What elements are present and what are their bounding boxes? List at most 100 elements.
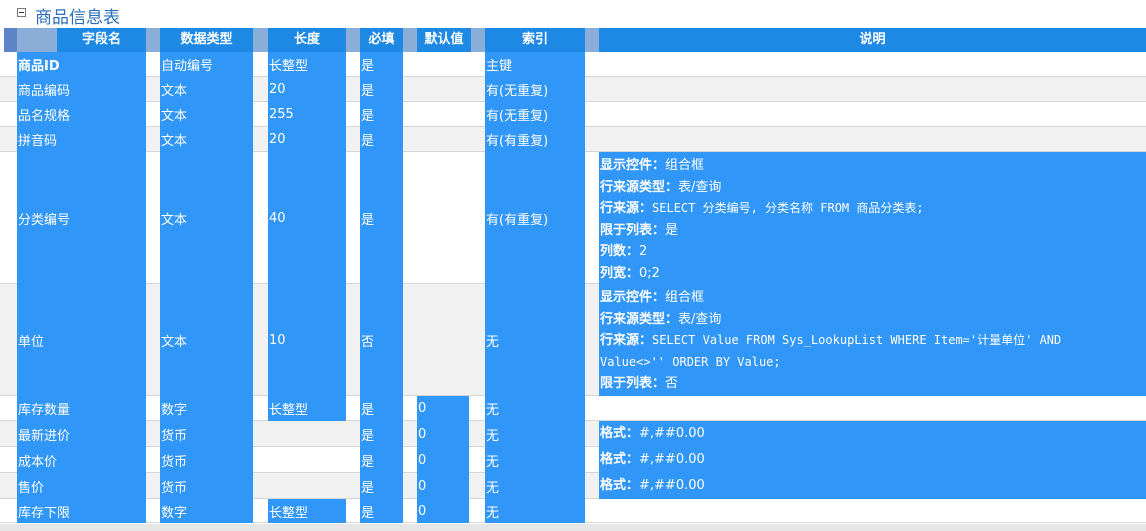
description-key: 限于列表： — [600, 376, 666, 391]
cell-default[interactable]: 0 — [417, 396, 469, 421]
cell-required[interactable]: 是 — [360, 499, 403, 523]
cell-data-type[interactable]: 文本 — [160, 152, 253, 284]
table-row[interactable]: 库存下限 数字 长整型是 0 无 — [0, 499, 1146, 523]
cell-index[interactable]: 无 — [485, 473, 585, 499]
header-spacer — [17, 28, 57, 52]
cell-required[interactable]: 否 — [360, 284, 403, 396]
header-index[interactable]: 索引 — [485, 28, 585, 52]
table-row[interactable]: 分类编号 文本 40 是有(有重复) 显示控件：组合框 行来源类型：表/查询 行来源：SEL… — [0, 152, 1146, 284]
description-key: 行来源： — [600, 201, 653, 216]
collapse-toggle-icon[interactable] — [17, 8, 26, 17]
cell-data-type[interactable]: 数字 — [160, 396, 253, 421]
table-row[interactable]: 售价 货币 是 0 无格式：#,##0.00 — [0, 473, 1146, 499]
cell-field-name[interactable]: 库存数量 — [17, 396, 146, 421]
description-value: 表/查询 — [678, 311, 722, 327]
cell-description[interactable]: 格式：#,##0.00 — [599, 421, 1146, 447]
description-key: 列数： — [600, 244, 640, 259]
cell-index[interactable]: 有(有重复) — [485, 152, 585, 284]
table-row[interactable]: 单位 文本 10 否无显示控件：组合框 行来源类型：表/查询 行来源：SELECT Val… — [0, 284, 1146, 396]
cell-data-type[interactable]: 数字 — [160, 499, 253, 523]
header-description[interactable]: 说明 — [599, 28, 1146, 52]
cell-length[interactable]: 长整型 — [268, 52, 346, 77]
cell-default[interactable]: 0 — [417, 421, 469, 447]
page-title: 商品信息表 — [35, 8, 120, 28]
description-value: #,##0.00 — [639, 452, 705, 467]
cell-index[interactable]: 无 — [485, 447, 585, 473]
description-line: 行来源：SELECT Value FROM Sys_LookupList WHE… — [600, 330, 1146, 352]
table-row[interactable]: 成本价 货币 是 0 无格式：#,##0.00 — [0, 447, 1146, 473]
table-row[interactable]: 商品ID 自动编号 长整型是 主键 — [0, 52, 1146, 77]
cell-required[interactable]: 是 — [360, 152, 403, 284]
bottom-scroll-strip — [0, 524, 1146, 531]
cell-required[interactable]: 是 — [360, 421, 403, 447]
description-key: 格式： — [600, 452, 640, 467]
header-data-type[interactable]: 数据类型 — [160, 28, 253, 52]
cell-length[interactable]: 255 — [268, 102, 346, 127]
cell-required[interactable]: 是 — [360, 396, 403, 421]
description-line: 显示控件：组合框 — [600, 287, 1146, 309]
cell-data-type[interactable]: 文本 — [160, 77, 253, 102]
table-row[interactable]: 最新进价 货币 是 0 无格式：#,##0.00 — [0, 421, 1146, 447]
cell-field-name[interactable]: 拼音码 — [17, 127, 146, 152]
description-key: 列宽： — [600, 265, 640, 281]
cell-data-type[interactable]: 货币 — [160, 473, 253, 499]
cell-field-name[interactable]: 库存下限 — [17, 499, 146, 523]
header-length[interactable]: 长度 — [268, 28, 346, 52]
cell-required[interactable]: 是 — [360, 102, 403, 127]
cell-default[interactable]: 0 — [417, 447, 469, 473]
cell-data-type[interactable]: 文本 — [160, 127, 253, 152]
cell-description[interactable]: 显示控件：组合框行来源类型：表/查询行来源：SELECT Value FROM … — [599, 284, 1146, 396]
cell-description[interactable]: 格式：#,##0.00 — [599, 447, 1146, 473]
cell-index[interactable]: 无 — [485, 396, 585, 421]
cell-data-type[interactable]: 文本 — [160, 102, 253, 127]
cell-data-type[interactable]: 文本 — [160, 284, 253, 396]
cell-field-name[interactable]: 商品ID — [17, 52, 146, 77]
cell-required[interactable]: 是 — [360, 52, 403, 77]
cell-default[interactable]: 0 — [417, 473, 469, 499]
table-row[interactable]: 品名规格 文本 255 是 有(无重复) — [0, 102, 1146, 127]
cell-length[interactable]: 长整型 — [268, 499, 346, 523]
description-line: 行来源：SELECT 分类编号, 分类名称 FROM 商品分类表; — [600, 198, 1146, 220]
cell-required[interactable]: 是 — [360, 473, 403, 499]
cell-description[interactable]: 显示控件：组合框 行来源类型：表/查询 行来源：SELECT 分类编号, 分类名称 … — [599, 152, 1146, 284]
cell-data-type[interactable]: 自动编号 — [160, 52, 253, 77]
cell-index[interactable]: 有(有重复) — [485, 127, 585, 152]
cell-field-name[interactable]: 单位 — [17, 284, 146, 396]
cell-required[interactable]: 是 — [360, 127, 403, 152]
cell-data-type[interactable]: 货币 — [160, 421, 253, 447]
description-line: 格式：#,##0.00 — [600, 447, 1146, 473]
header-default[interactable]: 默认值 — [417, 28, 471, 52]
cell-length[interactable]: 20 — [268, 127, 346, 152]
header-field-name[interactable]: 字段名 — [57, 28, 146, 52]
description-line: 限于列表：是 — [600, 220, 1146, 242]
cell-index[interactable]: 主键 — [485, 52, 585, 77]
cell-length[interactable]: 20 — [268, 77, 346, 102]
description-value: #,##0.00 — [639, 426, 705, 441]
header-required[interactable]: 必填 — [360, 28, 403, 52]
cell-length[interactable]: 40 — [268, 152, 346, 284]
table-row[interactable]: 库存数量 数字 长整型是 0 无 — [0, 396, 1146, 421]
cell-length[interactable]: 长整型 — [268, 396, 346, 421]
cell-length[interactable]: 10 — [268, 284, 346, 396]
cell-index[interactable]: 有(无重复) — [485, 102, 585, 127]
cell-index[interactable]: 无 — [485, 421, 585, 447]
cell-description[interactable]: 格式：#,##0.00 — [599, 473, 1146, 499]
cell-data-type[interactable]: 货币 — [160, 447, 253, 473]
cell-index[interactable]: 无 — [485, 284, 585, 396]
cell-index[interactable]: 无 — [485, 499, 585, 523]
table-row[interactable]: 商品编码 文本 20 是 有(无重复) — [0, 77, 1146, 102]
cell-field-name[interactable]: 成本价 — [17, 447, 146, 473]
cell-required[interactable]: 是 — [360, 447, 403, 473]
table-row[interactable]: 拼音码 文本 20 是 有(有重复) — [0, 127, 1146, 152]
description-line: 限于列表：否 — [600, 373, 1146, 395]
cell-index[interactable]: 有(无重复) — [485, 77, 585, 102]
description-key: 行来源类型： — [600, 311, 679, 327]
description-value: 否 — [665, 376, 679, 391]
cell-field-name[interactable]: 售价 — [17, 473, 146, 499]
cell-required[interactable]: 是 — [360, 77, 403, 102]
cell-field-name[interactable]: 分类编号 — [17, 152, 146, 284]
cell-field-name[interactable]: 品名规格 — [17, 102, 146, 127]
cell-field-name[interactable]: 商品编码 — [17, 77, 146, 102]
cell-field-name[interactable]: 最新进价 — [17, 421, 146, 447]
cell-default[interactable]: 0 — [417, 499, 469, 523]
